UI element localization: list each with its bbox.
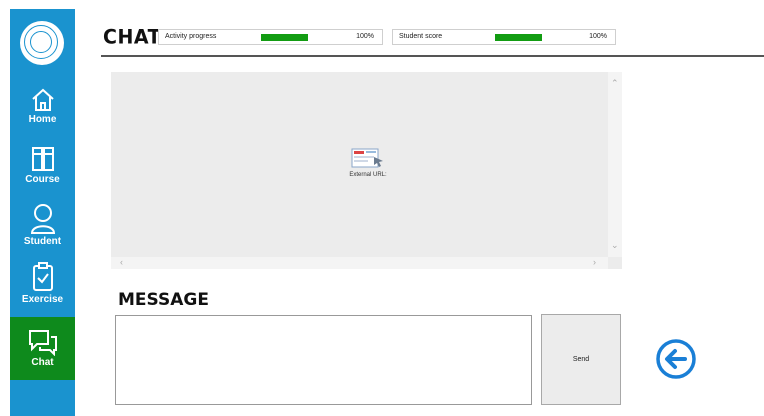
activity-progress-bar: [261, 34, 308, 41]
sidebar-item-label: Exercise: [21, 294, 64, 305]
chevron-up-icon[interactable]: ⌃: [611, 78, 619, 89]
clipboard-check-icon: [32, 262, 53, 291]
sidebar: Home Course Student Exercise Chat: [10, 9, 75, 416]
back-button[interactable]: [655, 338, 697, 380]
chevron-down-icon[interactable]: ⌄: [611, 240, 619, 251]
sidebar-item-home[interactable]: Home: [10, 87, 75, 137]
header-divider: [101, 55, 764, 57]
activity-progress-value: 100%: [356, 33, 374, 40]
send-button[interactable]: Send: [541, 314, 621, 405]
sidebar-item-chat[interactable]: Chat: [10, 317, 75, 380]
chevron-left-icon[interactable]: ‹: [120, 257, 123, 267]
student-score-label: Student score: [399, 33, 443, 40]
horizontal-scrollbar[interactable]: ‹ ›: [111, 257, 608, 269]
activity-progress-label: Activity progress: [165, 33, 217, 40]
chat-icon: [28, 330, 57, 356]
student-score: Student score 100%: [392, 29, 616, 45]
page-title: Chat: [103, 25, 162, 49]
student-score-bar: [495, 34, 542, 41]
message-title: Message: [118, 290, 209, 310]
books-icon: [31, 147, 54, 171]
student-score-value: 100%: [589, 33, 607, 40]
sidebar-item-label: Course: [25, 174, 60, 185]
external-url-caption: External URL:: [349, 172, 387, 178]
vertical-scrollbar[interactable]: ⌃ ⌄: [608, 72, 622, 257]
sidebar-item-label: Chat: [31, 357, 54, 368]
chevron-right-icon[interactable]: ›: [593, 257, 596, 267]
sidebar-item-label: Student: [23, 236, 62, 247]
message-input[interactable]: [115, 315, 532, 405]
university-logo: [20, 21, 64, 65]
user-icon: [30, 204, 55, 234]
webpage-thumbnail-icon: [350, 147, 386, 169]
external-url-placeholder: External URL:: [328, 147, 408, 178]
arrow-left-circle-icon: [656, 339, 696, 379]
sidebar-item-label: Home: [28, 114, 57, 125]
activity-progress: Activity progress 100%: [158, 29, 383, 45]
home-icon: [31, 88, 54, 111]
sidebar-item-exercise[interactable]: Exercise: [10, 261, 75, 317]
sidebar-item-course[interactable]: Course: [10, 145, 75, 197]
external-content-frame[interactable]: ⌃ ⌄ ‹ › External URL:: [111, 72, 622, 269]
sidebar-item-student[interactable]: Student: [10, 203, 75, 259]
